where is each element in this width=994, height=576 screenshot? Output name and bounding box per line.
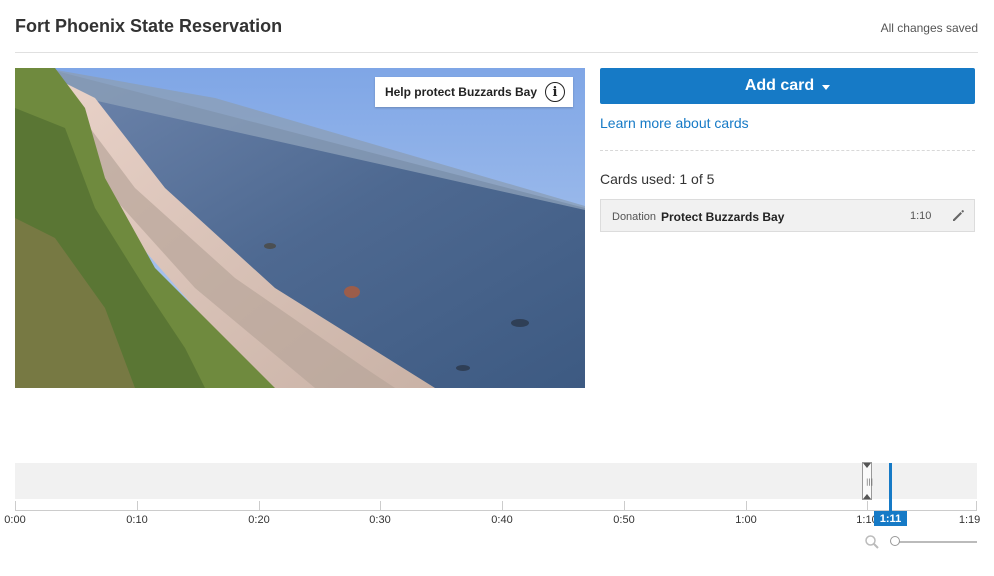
timeline-tick-label: 1:19 <box>958 514 981 526</box>
timeline-tick-label: 0:00 <box>4 514 26 526</box>
card-teaser[interactable]: Help protect Buzzards Bay i <box>374 77 573 107</box>
card-type: Donation <box>612 211 657 223</box>
save-status: All changes saved <box>880 21 978 35</box>
pencil-edit-icon[interactable] <box>950 208 966 229</box>
timeline-tick-label: 1:00 <box>735 514 757 526</box>
timeline-tick <box>746 501 747 510</box>
video-preview[interactable]: Help protect Buzzards Bay i <box>15 68 585 388</box>
timeline-tick-label: 0:30 <box>369 514 391 526</box>
card-title: Protect Buzzards Bay <box>661 210 785 224</box>
timeline-tick-label: 0:20 <box>248 514 270 526</box>
video-frame-image <box>15 68 585 388</box>
header-divider <box>15 52 978 53</box>
timeline-tick <box>380 501 381 510</box>
timeline-tick-label: 0:40 <box>491 514 513 526</box>
panel-divider <box>600 150 975 151</box>
timeline-axis <box>15 510 977 511</box>
timeline-tick <box>502 501 503 510</box>
caret-down-icon <box>822 84 831 90</box>
timeline-tick <box>15 501 16 510</box>
add-card-label: Add card <box>744 77 815 94</box>
timeline-tick <box>976 501 977 510</box>
add-card-button[interactable]: Add card <box>600 68 975 104</box>
teaser-text: Help protect Buzzards Bay <box>384 85 537 99</box>
card-list-item[interactable]: Donation Protect Buzzards Bay 1:10 <box>600 199 975 232</box>
timeline-tick-label: 0:50 <box>613 514 635 526</box>
timeline-tick <box>137 501 138 510</box>
playhead[interactable] <box>889 463 892 511</box>
page-title: Fort Phoenix State Reservation <box>15 16 283 36</box>
timeline-tick-label: 0:10 <box>126 514 148 526</box>
drag-handle-icon: ||| <box>866 478 874 486</box>
marker-top-arrow-icon <box>863 463 871 468</box>
timeline-tick <box>259 501 260 510</box>
timeline-tick <box>624 501 625 510</box>
learn-more-link[interactable]: Learn more about cards <box>600 115 749 131</box>
timeline-tick <box>867 501 868 510</box>
timeline-track[interactable] <box>15 463 977 499</box>
playhead-time: 1:11 <box>874 511 907 526</box>
zoom-slider-thumb[interactable] <box>890 536 900 546</box>
search-icon <box>864 534 880 555</box>
card-timeline-marker[interactable]: ||| <box>862 462 874 500</box>
cards-used-count: Cards used: 1 of 5 <box>600 171 715 187</box>
zoom-slider-track[interactable] <box>898 541 977 543</box>
info-icon[interactable]: i <box>545 82 565 102</box>
card-time: 1:10 <box>910 210 932 222</box>
marker-bottom-arrow-icon <box>863 494 871 499</box>
